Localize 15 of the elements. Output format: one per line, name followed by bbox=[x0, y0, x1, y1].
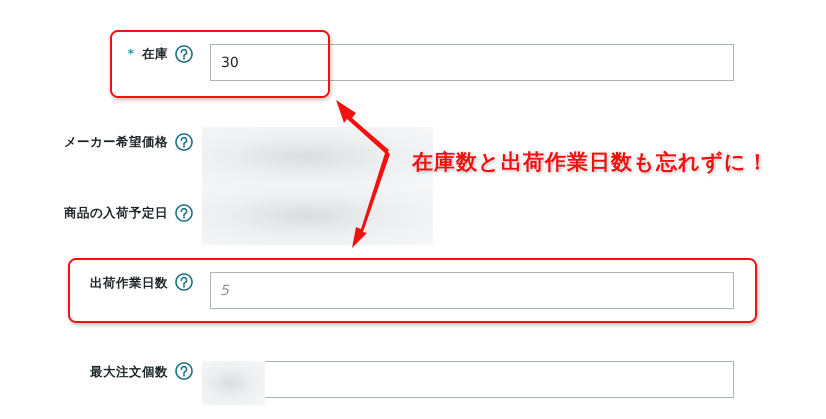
help-icon[interactable] bbox=[175, 45, 193, 63]
field-label: 在庫 bbox=[142, 45, 168, 63]
input-field[interactable]: 5 bbox=[210, 272, 734, 309]
help-icon[interactable] bbox=[175, 273, 193, 291]
field-label: メーカー希望価格 bbox=[64, 133, 168, 151]
help-icon[interactable] bbox=[175, 362, 193, 380]
input-field[interactable] bbox=[265, 361, 734, 398]
field-label: 最大注文個数 bbox=[90, 363, 168, 381]
required-mark: * bbox=[127, 45, 134, 63]
help-icon[interactable] bbox=[175, 204, 193, 222]
field-label: 出荷作業日数 bbox=[90, 274, 168, 292]
help-icon[interactable] bbox=[175, 133, 193, 151]
field-label: 商品の入荷予定日 bbox=[64, 204, 168, 222]
callout-text: 在庫数と出荷作業日数も忘れずに！ bbox=[412, 149, 769, 176]
input-field[interactable]: 30 bbox=[210, 44, 734, 81]
